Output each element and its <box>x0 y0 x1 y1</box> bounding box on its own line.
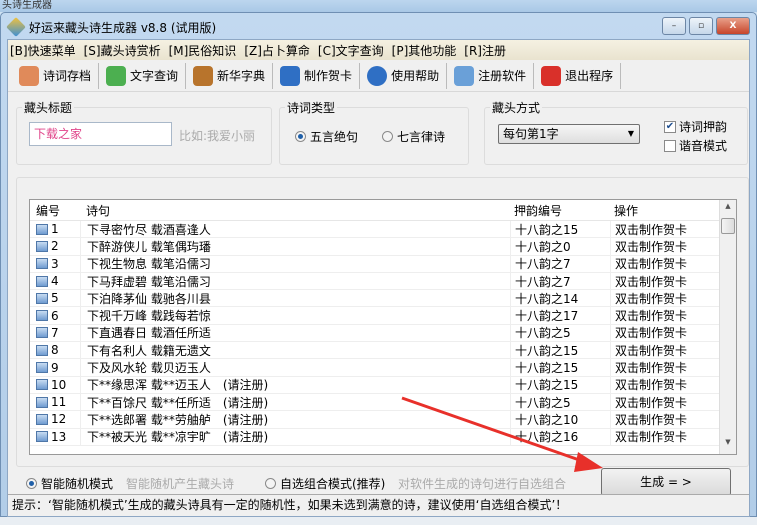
arrow-head <box>574 452 603 472</box>
annotation-arrow <box>401 396 603 472</box>
